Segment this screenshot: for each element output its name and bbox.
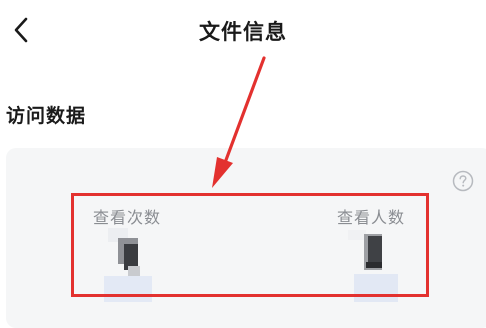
page-title: 文件信息: [199, 20, 287, 44]
views-value-redacted: [104, 228, 152, 302]
section-title: 访问数据: [6, 105, 87, 127]
stats-card: [6, 148, 486, 328]
visitors-value-redacted: [348, 230, 398, 302]
question-circle-icon[interactable]: [452, 170, 474, 192]
header-bar: 文件信息: [0, 0, 486, 70]
